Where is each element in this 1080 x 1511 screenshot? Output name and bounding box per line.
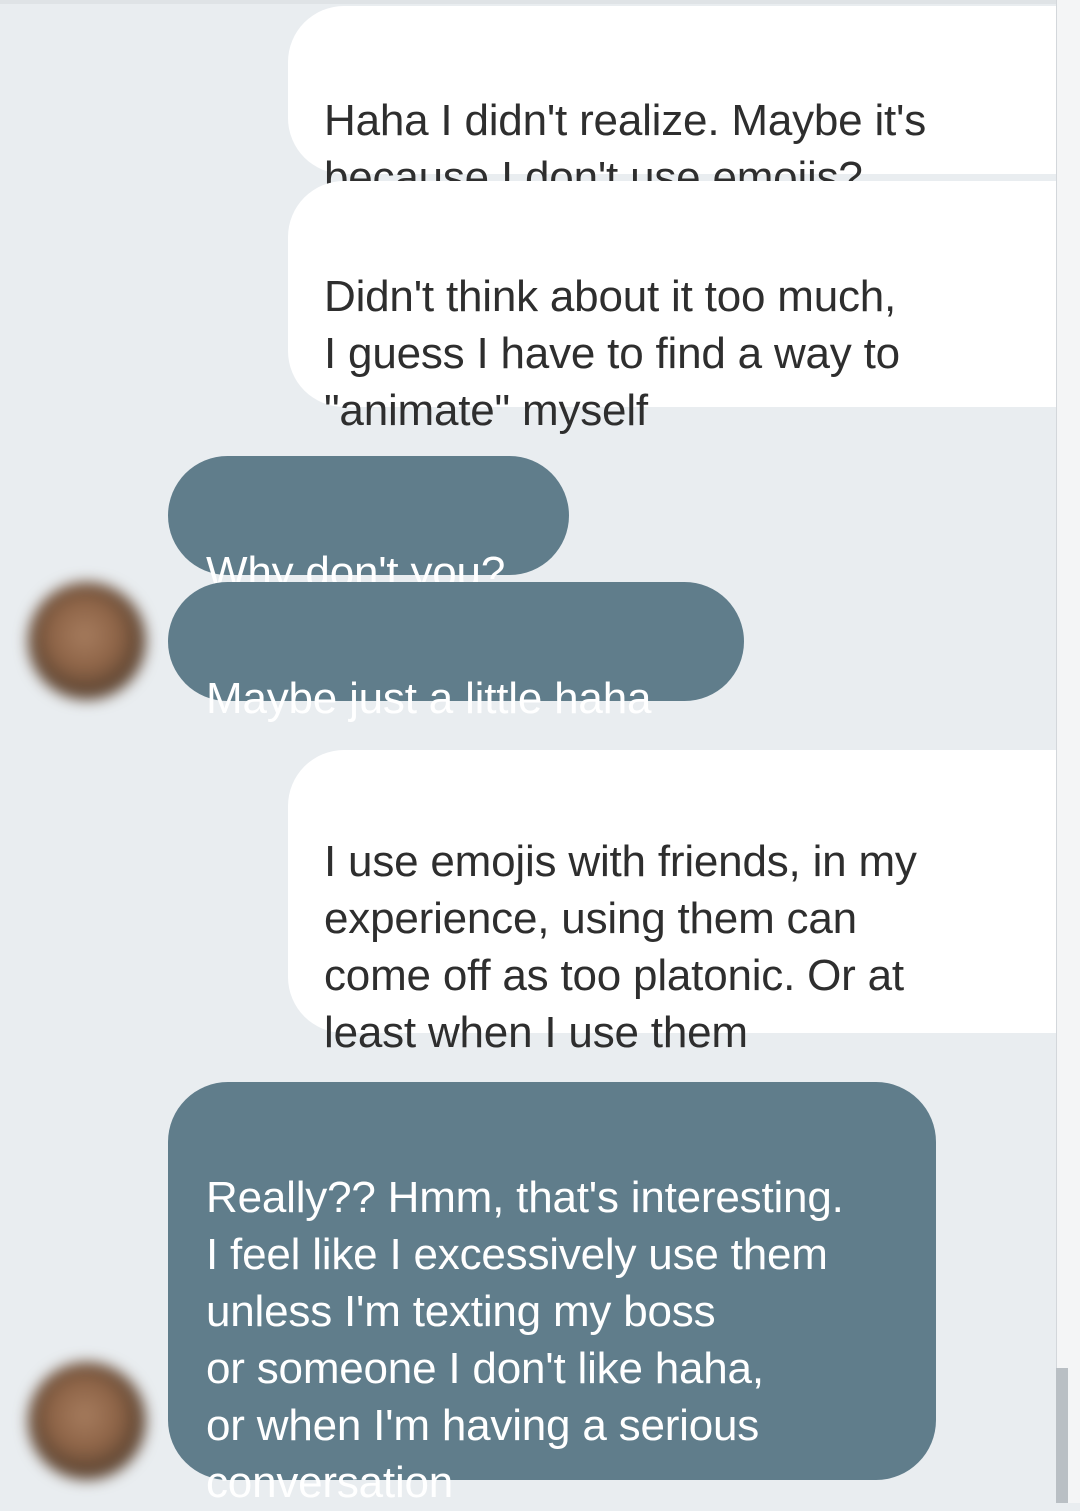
- top-edge: [0, 0, 1056, 4]
- contact-avatar[interactable]: [28, 582, 146, 700]
- outgoing-message-bubble[interactable]: Didn't think about it too much, I guess …: [288, 181, 1056, 435]
- outgoing-message-bubble[interactable]: I use emojis with friends, in my experie…: [288, 750, 1056, 1057]
- message-text: Really?? Hmm, that's interesting. I feel…: [206, 1173, 844, 1507]
- scrollbar-track[interactable]: [1056, 0, 1080, 1503]
- incoming-message-bubble[interactable]: Really?? Hmm, that's interesting. I feel…: [168, 1082, 936, 1507]
- message-text: Didn't think about it too much, I guess …: [324, 272, 900, 435]
- contact-avatar[interactable]: [28, 1362, 146, 1480]
- message-text: I use emojis with friends, in my experie…: [324, 837, 917, 1057]
- outgoing-message-bubble[interactable]: Haha I didn't realize. Maybe it's becaus…: [288, 6, 1056, 202]
- incoming-message-bubble[interactable]: Maybe just a little haha: [168, 582, 744, 723]
- message-text: Maybe just a little haha: [206, 674, 652, 723]
- scrollbar-thumb[interactable]: [1056, 1368, 1068, 1503]
- incoming-message-bubble[interactable]: Why don't you?: [168, 456, 569, 597]
